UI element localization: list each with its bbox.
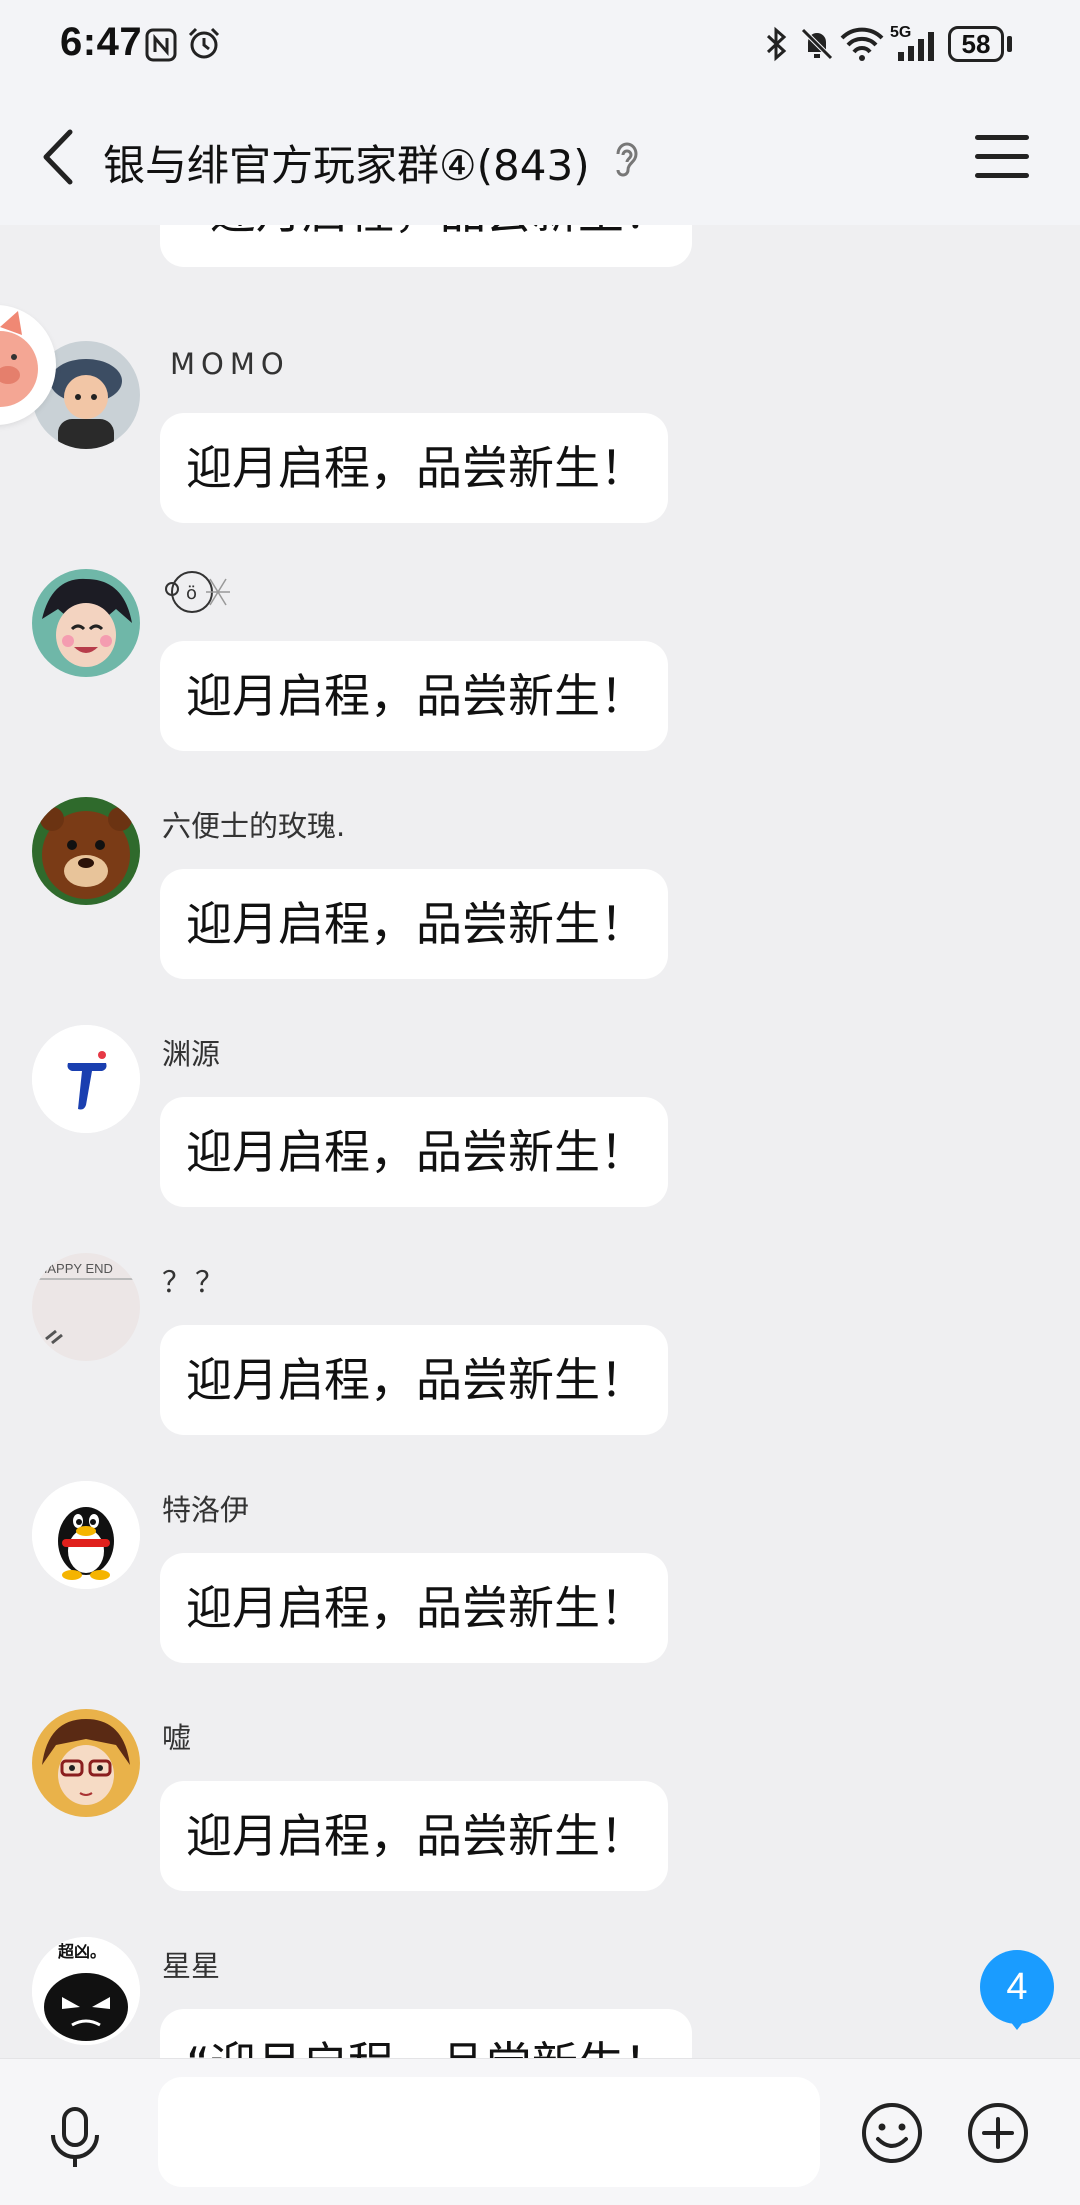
avatar-qq-penguin-image <box>32 1481 140 1589</box>
group-title[interactable]: 银与绯官方玩家群④(843) <box>103 132 590 193</box>
battery-icon: 58 <box>948 26 1004 62</box>
avatar[interactable] <box>32 1709 140 1817</box>
sender-name[interactable]: 星星 <box>162 1943 220 1985</box>
message-bubble[interactable]: “迎月启程，品尝新生！ <box>160 225 692 267</box>
message-list[interactable]: “迎月启程，品尝新生！ MOMO 迎月启程，品尝新生！ <box>0 225 1080 2058</box>
input-bar <box>0 2058 1080 2205</box>
sender-name[interactable]: MOMO <box>170 347 290 381</box>
avatar[interactable]: HAPPY END <box>32 1253 140 1361</box>
nfc-icon <box>145 28 177 62</box>
alarm-icon <box>188 27 220 59</box>
avatar-anime-glasses-image <box>32 1709 140 1817</box>
emoji-button[interactable] <box>860 2101 924 2165</box>
bluetooth-icon <box>766 26 787 62</box>
message-input[interactable] <box>158 2077 820 2187</box>
hamburger-menu-button[interactable] <box>975 135 1029 179</box>
menu-line <box>975 154 1029 159</box>
message-item: 嘘 迎月启程，品尝新生！ <box>0 1709 1080 1937</box>
battery-tip <box>1007 36 1012 52</box>
message-bubble[interactable]: 迎月启程，品尝新生！ <box>160 1325 668 1435</box>
avatar-mascot-text: 超凶。 <box>57 1942 106 1961</box>
message-item: 渊源 迎月启程，品尝新生！ <box>0 1025 1080 1253</box>
avatar[interactable] <box>32 569 140 677</box>
message-bubble[interactable]: 迎月启程，品尝新生！ <box>160 413 668 523</box>
unread-count-badge[interactable]: 4 <box>980 1950 1054 2030</box>
avatar-bear-image <box>32 797 140 905</box>
message-item: ö 迎月启程，品尝新生！ <box>0 569 1080 797</box>
message-item: 特洛伊 迎月启程，品尝新生！ <box>0 1481 1080 1709</box>
message-bubble[interactable]: 迎月启程，品尝新生！ <box>160 641 668 751</box>
menu-line <box>975 135 1029 140</box>
message-item: “迎月启程，品尝新生！ <box>0 225 1080 313</box>
microphone-button[interactable] <box>45 2105 105 2169</box>
plus-button[interactable] <box>966 2101 1030 2165</box>
mute-icon <box>801 28 833 60</box>
message-item: MOMO 迎月启程，品尝新生！ <box>0 341 1080 569</box>
message-bubble[interactable]: 迎月启程，品尝新生！ <box>160 1553 668 1663</box>
sender-name[interactable]: ？？ <box>162 1259 228 1301</box>
message-item: HAPPY END ？？ 迎月启程，品尝新生！ <box>0 1253 1080 1481</box>
avatar-happy-end-text: HAPPY END <box>38 1261 113 1276</box>
sender-name[interactable]: 渊源 <box>162 1031 220 1073</box>
status-bar: 6:47 5G 58 <box>0 0 1080 92</box>
message-item: 六便士的玫瑰. 迎月启程，品尝新生！ <box>0 797 1080 1025</box>
wifi-icon <box>840 27 884 61</box>
sender-emoji-name[interactable]: ö <box>162 569 232 615</box>
message-bubble[interactable]: “迎月启程，品尝新生！ <box>160 2009 692 2058</box>
avatar-black-mascot-image: 超凶。 <box>32 1937 140 2045</box>
svg-text:ö: ö <box>186 583 197 604</box>
chat-header: 银与绯官方玩家群④(843) <box>0 92 1080 225</box>
menu-line <box>975 173 1029 178</box>
avatar-happy-end-image: HAPPY END <box>32 1253 140 1361</box>
status-time: 6:47 <box>60 20 143 64</box>
avatar-letter-t-image <box>32 1025 140 1133</box>
message-item: 超凶。 星星 “迎月启程，品尝新生！ <box>0 1937 1080 2058</box>
ear-icon[interactable] <box>612 140 642 180</box>
avatar[interactable] <box>32 797 140 905</box>
avatar[interactable] <box>32 1481 140 1589</box>
signal-icon <box>898 32 934 61</box>
sender-name[interactable]: 六便士的玫瑰. <box>162 803 345 845</box>
sender-name[interactable]: 特洛伊 <box>162 1487 249 1529</box>
avatar[interactable] <box>32 1025 140 1133</box>
message-bubble[interactable]: 迎月启程，品尝新生！ <box>160 869 668 979</box>
back-button[interactable] <box>30 122 90 192</box>
avatar[interactable]: 超凶。 <box>32 1937 140 2045</box>
message-bubble[interactable]: 迎月启程，品尝新生！ <box>160 1781 668 1891</box>
sender-name[interactable]: 嘘 <box>162 1715 191 1757</box>
message-bubble[interactable]: 迎月启程，品尝新生！ <box>160 1097 668 1207</box>
avatar-anime-boy-image <box>32 569 140 677</box>
